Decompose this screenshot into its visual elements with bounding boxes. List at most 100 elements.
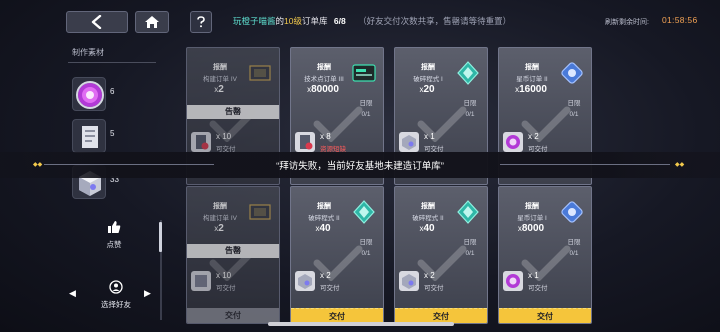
material-icon <box>503 271 523 291</box>
card-reward-area: 报酬 破碎程式 II x40 <box>395 187 487 241</box>
reward-title: 报酬 <box>421 64 435 71</box>
material-icon <box>399 271 419 291</box>
reward-name: 破碎程式 I <box>413 76 443 83</box>
library-level: 10级 <box>284 16 302 26</box>
order-card[interactable]: 报酬 破碎程式 II x40 日限 0/1 x 2 可交付 交付 <box>290 186 384 324</box>
reward-name: 星币订单 I <box>517 215 547 222</box>
card-reward-area: 报酬 构建订单 IV x2 <box>187 48 279 102</box>
reward-name: 星币订单 II <box>516 76 548 83</box>
daily-limit: 日限 0/1 <box>559 98 589 120</box>
order-card[interactable]: 报酬 构建订单 IV x2 告罄 x 10 可交付 交付 <box>186 186 280 324</box>
required-quantity: x 2 <box>320 271 331 280</box>
home-button[interactable] <box>135 11 169 33</box>
deliver-button[interactable]: 交付 <box>499 308 591 323</box>
reward-title: 报酬 <box>317 64 331 71</box>
library-label: 订单库 <box>302 16 328 26</box>
reward-quantity-value: 16000 <box>519 84 547 95</box>
reward-title: 报酬 <box>525 203 539 210</box>
material-count: 5 <box>110 129 115 138</box>
card-reward-area: 报酬 构建订单 IV x2 <box>187 187 279 241</box>
delivery-status: 可交付 <box>216 285 236 292</box>
material-icon <box>295 271 315 291</box>
daily-limit-value: 0/1 <box>361 111 371 118</box>
back-arrow-icon <box>91 15 102 29</box>
daily-limit-label: 日限 <box>567 239 581 246</box>
required-quantity: x 10 <box>216 271 232 280</box>
reward-quantity-value: 2 <box>218 84 224 95</box>
materials-title: 制作素材 <box>72 48 104 57</box>
required-quantity: x 2 <box>528 132 539 141</box>
reward-name: 构建订单 IV <box>203 215 237 222</box>
scrollbar-thumb[interactable] <box>159 222 162 252</box>
reward-label: 报酬星币订单 I <box>505 201 559 222</box>
select-friend-button[interactable]: 选择好友 <box>86 280 146 310</box>
required-material: x 10 可交付 <box>191 269 279 295</box>
share-note: （好友交付次数共享，售罄请等待重置） <box>358 16 512 26</box>
reward-title: 报酬 <box>317 203 331 210</box>
divider <box>68 62 156 63</box>
required-quantity: x 8 <box>320 132 331 141</box>
reward-quantity: x40 <box>291 223 355 234</box>
materials-sidebar: 制作素材 6 5 33 点赞 ◀ 选择好友 ▶ <box>64 40 162 332</box>
reward-quantity-value: 2 <box>218 223 224 234</box>
top-bar: 玩橙子喵酱的10级订单库 6/8 （好友交付次数共享，售罄请等待重置） 刷新剩余… <box>0 0 720 40</box>
reward-label: 报酬 破碎程式 II <box>401 201 455 222</box>
document-icon <box>72 119 106 153</box>
reward-label: 报酬技术点订单 III <box>297 62 351 83</box>
card-reward-area: 报酬星币订单 Ix8000 <box>499 187 591 241</box>
reward-item-icon <box>561 62 583 84</box>
prev-friend-arrow[interactable]: ◀ <box>69 288 76 299</box>
thumbs-up-icon <box>108 221 121 233</box>
reward-label: 报酬 构建订单 IV <box>193 201 247 222</box>
material-icon <box>295 132 315 152</box>
reward-title: 报酬 <box>525 64 539 71</box>
reward-item-icon <box>457 200 479 224</box>
reward-quantity-value: 20 <box>423 84 435 95</box>
reward-quantity-value: 80000 <box>311 84 339 95</box>
daily-limit-label: 日限 <box>463 239 477 246</box>
card-reward-area: 报酬 破碎程式 Ix20 <box>395 48 487 102</box>
purple-orb-icon <box>72 77 106 111</box>
order-card[interactable]: 报酬 破碎程式 II x40 日限 0/1 x 2 可交付交付 <box>394 186 488 324</box>
material-icon <box>503 132 523 152</box>
card-reward-area: 报酬 破碎程式 II x40 <box>291 187 383 241</box>
like-button[interactable]: 点赞 <box>94 220 134 250</box>
friend-name: 玩橙子喵酱 <box>233 16 276 26</box>
required-material: x 2 可交付 <box>399 269 487 295</box>
required-quantity: x 1 <box>424 132 435 141</box>
reward-title: 报酬 <box>421 203 435 210</box>
next-friend-arrow[interactable]: ▶ <box>144 288 151 299</box>
deliver-button[interactable]: 交付 <box>291 308 383 323</box>
reward-name: 构建订单 IV <box>203 76 237 83</box>
toast-message: ◆◆ ◆◆ “拜访失败，当前好友基地未建造订单库” <box>0 152 720 178</box>
daily-limit: 日限 0/1 <box>351 98 381 120</box>
reward-item-icon <box>353 200 375 224</box>
material-item[interactable]: 6 <box>72 77 162 115</box>
deliver-button[interactable]: 交付 <box>395 308 487 323</box>
delivery-status: 可交付 <box>528 285 548 292</box>
reward-label: 报酬 构建订单 IV <box>193 62 247 83</box>
required-quantity: x 10 <box>216 132 232 141</box>
reward-name: 技术点订单 III <box>304 76 344 83</box>
daily-limit-label: 日限 <box>567 100 581 107</box>
reward-item-icon <box>352 64 376 82</box>
card-reward-area: 报酬技术点订单 III x80000 <box>291 48 383 102</box>
like-label: 点赞 <box>106 240 122 249</box>
reward-item-icon <box>249 65 271 81</box>
toast-text: “拜访失败，当前好友基地未建造订单库” <box>276 161 444 172</box>
help-button[interactable] <box>190 11 212 33</box>
card-reward-area: 报酬 星币订单 II x16000 <box>499 48 591 102</box>
reward-quantity-value: 40 <box>423 223 435 234</box>
daily-limit-label: 日限 <box>359 100 373 107</box>
reward-label: 报酬 破碎程式 II <box>297 201 351 222</box>
daily-limit: 日限 0/1 <box>455 98 485 120</box>
reward-quantity: x8000 <box>499 223 563 234</box>
back-button[interactable] <box>66 11 128 33</box>
refresh-timer: 01:58:56 <box>662 15 698 25</box>
deliver-button[interactable]: 交付 <box>187 308 279 323</box>
reward-label: 报酬星币订单 II <box>505 62 559 83</box>
home-indicator[interactable] <box>268 322 454 326</box>
order-card[interactable]: 报酬 星币订单 Ix8000 日限 0/1 x 1 可交付 交付 <box>498 186 592 324</box>
reward-quantity: x80000 <box>291 84 355 95</box>
daily-limit-value: 0/1 <box>465 250 475 257</box>
